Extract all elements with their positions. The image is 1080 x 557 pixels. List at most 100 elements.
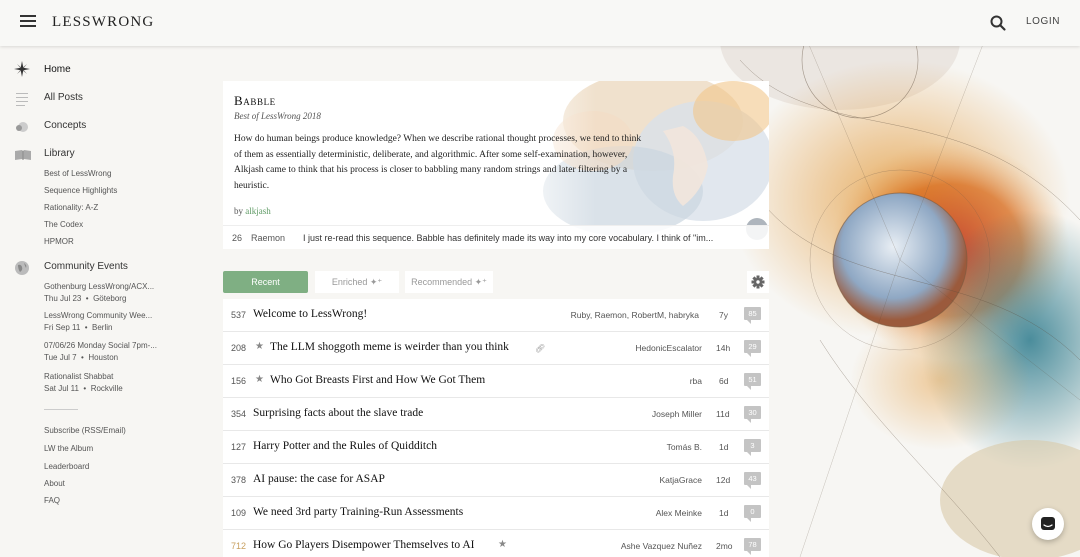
sidebar: Home All Posts Concepts Library Best of …	[0, 46, 200, 557]
spotlight-description: How do human beings produce knowledge? W…	[234, 134, 642, 191]
chat-icon[interactable]	[1032, 508, 1064, 540]
star-icon: ★	[498, 539, 507, 550]
spotlight-byline: by alkjash	[234, 206, 271, 216]
post-title[interactable]: AI pause: the case for ASAP	[253, 473, 385, 485]
comment-text: I just re-read this sequence. Babble has…	[303, 233, 714, 243]
menu-icon[interactable]	[20, 15, 36, 29]
spotlight-comment[interactable]: 26 Raemon I just re-read this sequence. …	[223, 225, 769, 249]
byline-prefix: by	[234, 206, 243, 216]
comment-count-badge[interactable]: 0	[744, 505, 761, 522]
event-title[interactable]: Rationalist Shabbat	[44, 372, 113, 381]
tab-enriched[interactable]: Enriched ✦⁺	[315, 271, 399, 293]
tab-recent[interactable]: Recent	[223, 271, 308, 293]
post-row[interactable]: 712 How Go Players Disempower Themselves…	[223, 530, 769, 557]
star-icon: ★	[255, 374, 264, 385]
spotlight-card[interactable]: Babble Best of LessWrong 2018 How do hum…	[223, 81, 769, 249]
footer-link-leaderboard[interactable]: Leaderboard	[44, 462, 89, 471]
comment-count-badge[interactable]: 29	[744, 340, 761, 357]
footer-link-about[interactable]: About	[44, 479, 65, 488]
library-link-rationality[interactable]: Rationality: A-Z	[44, 203, 98, 212]
post-karma: 208	[231, 343, 247, 353]
sparkle-icon: ✦⁺	[369, 277, 383, 287]
post-title[interactable]: Harry Potter and the Rules of Quidditch	[253, 440, 437, 452]
post-row[interactable]: 378 AI pause: the case for ASAP KatjaGra…	[223, 464, 769, 497]
comment-karma: 26	[232, 233, 243, 243]
search-icon[interactable]	[989, 14, 1007, 32]
post-row[interactable]: 156 ★ Who Got Breasts First and How We G…	[223, 365, 769, 398]
post-title[interactable]: Surprising facts about the slave trade	[253, 407, 423, 419]
post-karma: 127	[231, 442, 247, 452]
library-link-codex[interactable]: The Codex	[44, 220, 83, 229]
post-row[interactable]: 354 Surprising facts about the slave tra…	[223, 398, 769, 431]
sidebar-item-community-events[interactable]: Community Events	[44, 261, 128, 272]
post-title[interactable]: How Go Players Disempower Themselves to …	[253, 539, 474, 551]
site-title[interactable]: LESSWRONG	[52, 14, 154, 31]
post-authors[interactable]: Ashe Vazquez Nuñez	[621, 541, 702, 551]
post-authors[interactable]: Alex Meinke	[656, 508, 702, 518]
comment-author[interactable]: Raemon	[251, 233, 285, 243]
post-title[interactable]: Welcome to LessWrong!	[253, 308, 367, 320]
comment-count-badge[interactable]: 3	[744, 439, 761, 456]
post-row[interactable]: 109 We need 3rd party Training-Run Asses…	[223, 497, 769, 530]
post-authors[interactable]: Tomás B.	[667, 442, 702, 452]
concepts-icon	[14, 119, 30, 135]
post-karma: 712	[231, 541, 247, 551]
post-karma: 537	[231, 310, 247, 320]
event-title[interactable]: LessWrong Community Wee...	[44, 311, 152, 320]
event-title[interactable]: 07/06/26 Monday Social 7pm-...	[44, 341, 157, 350]
footer-link-subscribe[interactable]: Subscribe (RSS/Email)	[44, 426, 126, 435]
sidebar-item-concepts[interactable]: Concepts	[44, 120, 86, 131]
footer-link-album[interactable]: LW the Album	[44, 444, 93, 453]
comment-count-badge[interactable]: 43	[744, 472, 761, 489]
event-location: Rockville	[90, 384, 123, 393]
comment-count-badge[interactable]: 30	[744, 406, 761, 423]
tab-recommended-label: Recommended	[411, 277, 473, 287]
post-authors[interactable]: HedonicEscalator	[635, 343, 702, 353]
post-karma: 354	[231, 409, 247, 419]
post-age: 1d	[719, 442, 729, 452]
post-karma: 378	[231, 475, 247, 485]
post-row[interactable]: 208 ★ The LLM shoggoth meme is weirder t…	[223, 332, 769, 365]
post-authors[interactable]: Ruby, Raemon, RobertM, habryka	[571, 310, 699, 320]
post-authors[interactable]: KatjaGrace	[659, 475, 702, 485]
event-date: Sat Jul 11	[44, 384, 79, 393]
footer-link-faq[interactable]: FAQ	[44, 496, 60, 505]
spotlight-title[interactable]: Babble	[234, 93, 276, 109]
sparkle-icon: ✦⁺	[474, 277, 487, 287]
post-age: 1d	[719, 508, 729, 518]
event-meta: Thu Jul 23 • Göteborg	[44, 294, 127, 303]
tab-enriched-label: Enriched	[331, 277, 368, 287]
library-link-best-of[interactable]: Best of LessWrong	[44, 169, 111, 178]
post-age: 14h	[716, 343, 731, 353]
spotlight-subtitle[interactable]: Best of LessWrong 2018	[234, 111, 321, 121]
sidebar-item-home[interactable]: Home	[44, 64, 71, 75]
library-book-icon	[14, 147, 31, 163]
comment-count-badge[interactable]: 51	[744, 373, 761, 390]
post-authors[interactable]: Joseph Miller	[652, 409, 702, 419]
comment-count-badge[interactable]: 78	[744, 538, 761, 555]
library-link-sequence-highlights[interactable]: Sequence Highlights	[44, 186, 117, 195]
post-age: 2mo	[716, 541, 733, 551]
sidebar-item-all-posts[interactable]: All Posts	[44, 92, 83, 103]
sidebar-item-library[interactable]: Library	[44, 148, 75, 159]
event-title[interactable]: Gothenburg LessWrong/ACX...	[44, 282, 154, 291]
event-date: Tue Jul 7	[44, 353, 77, 362]
event-location: Göteborg	[93, 294, 127, 303]
post-age: 6d	[719, 376, 729, 386]
tab-recommended[interactable]: Recommended ✦⁺	[405, 271, 493, 293]
post-authors[interactable]: rba	[690, 376, 702, 386]
post-title[interactable]: We need 3rd party Training-Run Assessmen…	[253, 506, 463, 518]
post-title[interactable]: The LLM shoggoth meme is weirder than yo…	[270, 341, 509, 353]
gear-icon[interactable]	[747, 271, 769, 293]
library-link-hpmor[interactable]: HPMOR	[44, 237, 74, 246]
post-row[interactable]: 537 Welcome to LessWrong! Ruby, Raemon, …	[223, 299, 769, 332]
event-date: Fri Sep 11	[44, 323, 81, 332]
post-age: 11d	[716, 409, 730, 419]
spotlight-author-link[interactable]: alkjash	[245, 206, 271, 216]
login-button[interactable]: LOGIN	[1026, 16, 1060, 27]
comment-count-badge[interactable]: 85	[744, 307, 761, 324]
post-age: 12d	[716, 475, 731, 485]
post-title[interactable]: Who Got Breasts First and How We Got The…	[270, 374, 485, 386]
post-row[interactable]: 127 Harry Potter and the Rules of Quiddi…	[223, 431, 769, 464]
post-list: 537 Welcome to LessWrong! Ruby, Raemon, …	[223, 299, 769, 557]
